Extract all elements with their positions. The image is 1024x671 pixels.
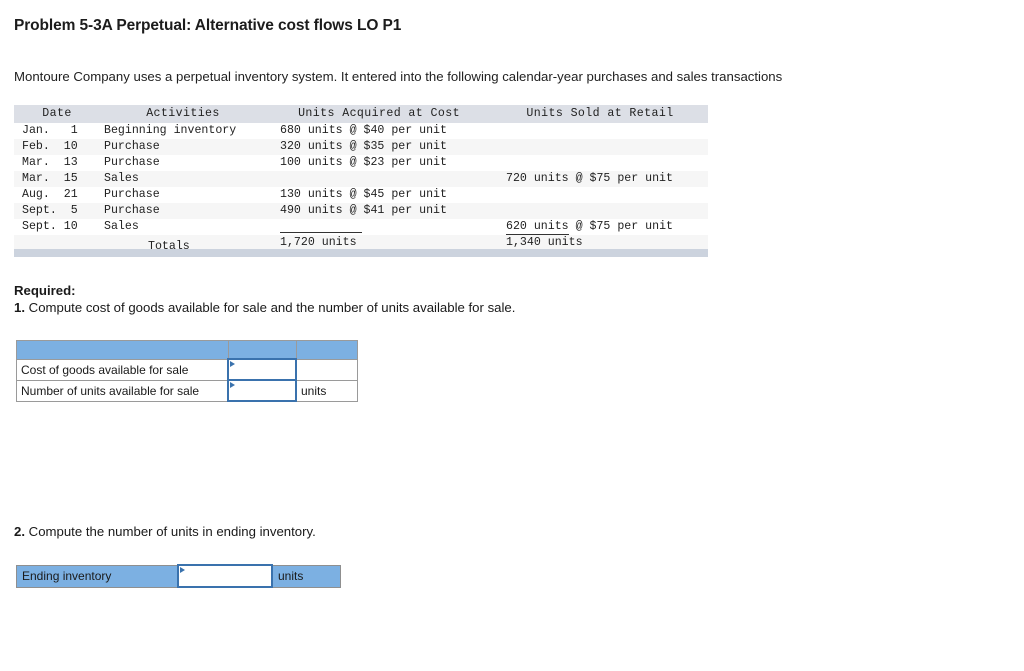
required-heading: Required:	[14, 283, 76, 298]
table-row: Jan. 1 Beginning inventory 680 units @ $…	[14, 123, 708, 139]
requirement-2-number: 2.	[14, 524, 25, 539]
header-cell-label	[16, 340, 229, 360]
cell-date-day: 10	[49, 140, 78, 153]
cell-units-acquired: 490 units @ $41 per unit	[266, 203, 492, 219]
table-row: Mar. 13 Purchase 100 units @ $23 per uni…	[14, 155, 708, 171]
unit-ending-inventory: units	[271, 564, 341, 588]
cell-date-day: 15	[49, 172, 78, 185]
cell-activity: Purchase	[100, 155, 266, 171]
cell-activity: Purchase	[100, 187, 266, 203]
input-ending-inventory[interactable]	[177, 564, 273, 588]
column-header-activities: Activities	[100, 105, 266, 123]
cell-activity: Purchase	[100, 203, 266, 219]
table-row: Feb. 10 Purchase 320 units @ $35 per uni…	[14, 139, 708, 155]
cell-marker-icon	[230, 361, 235, 367]
requirement-1-text: 1. Compute cost of goods available for s…	[14, 300, 516, 315]
cell-date: Feb. 10	[14, 139, 100, 155]
answer-row-number-of-units: Number of units available for sale units	[16, 379, 358, 402]
problem-intro-text: Montoure Company uses a perpetual invent…	[14, 69, 783, 84]
cell-units-acquired: 680 units @ $40 per unit	[266, 123, 492, 139]
cell-units-acquired: 130 units @ $45 per unit	[266, 187, 492, 203]
header-cell-unit	[295, 340, 358, 360]
unit-cost-of-goods-available	[295, 358, 358, 381]
cell-activity: Sales	[100, 171, 266, 187]
cell-activity: Sales	[100, 219, 266, 235]
cell-date: Sept. 10	[14, 219, 100, 235]
cell-activity: Purchase	[100, 139, 266, 155]
cell-units-sold	[492, 187, 708, 203]
cell-units-acquired: 100 units @ $23 per unit	[266, 155, 492, 171]
cell-date-day: 10	[56, 220, 78, 233]
unit-number-of-units-available: units	[295, 379, 358, 402]
table-row: Sept. 10 Sales 620 units @ $75 per unit	[14, 219, 708, 235]
cell-date-day: 21	[49, 188, 78, 201]
column-header-units-acquired: Units Acquired at Cost	[266, 105, 492, 123]
cell-units-acquired: 320 units @ $35 per unit	[266, 139, 492, 155]
cell-units-acquired	[266, 171, 492, 187]
cell-units-sold: 620 units @ $75 per unit	[492, 219, 708, 235]
label-ending-inventory: Ending inventory	[16, 564, 179, 588]
cell-units-acquired-rule	[266, 219, 492, 235]
label-number-of-units-available: Number of units available for sale	[16, 379, 229, 402]
table-footer-bar	[14, 249, 708, 257]
answer-grid-1: Cost of goods available for sale Number …	[16, 340, 358, 402]
cell-date-day: 1	[49, 124, 78, 137]
answer-row-ending-inventory: Ending inventory units	[16, 564, 341, 588]
page-title: Problem 5-3A Perpetual: Alternative cost…	[14, 17, 402, 34]
table-row: Aug. 21 Purchase 130 units @ $45 per uni…	[14, 187, 708, 203]
cell-date-day: 13	[49, 156, 78, 169]
label-cost-of-goods-available: Cost of goods available for sale	[16, 358, 229, 381]
cell-date-day: 5	[56, 204, 78, 217]
cell-units-sold	[492, 139, 708, 155]
cell-date: Aug. 21	[14, 187, 100, 203]
answer-grid-1-header-row	[16, 340, 358, 360]
input-cost-of-goods-available[interactable]	[227, 358, 297, 381]
cell-date: Mar. 13	[14, 155, 100, 171]
table-header-row: Date Activities Units Acquired at Cost U…	[14, 105, 708, 123]
requirement-2-text: 2. Compute the number of units in ending…	[14, 524, 316, 539]
cell-units-sold	[492, 123, 708, 139]
column-header-units-sold: Units Sold at Retail	[492, 105, 708, 123]
column-header-date: Date	[14, 105, 100, 123]
header-cell-value	[227, 340, 297, 360]
cell-activity: Beginning inventory	[100, 123, 266, 139]
cell-marker-icon	[230, 382, 235, 388]
requirement-1-number: 1.	[14, 300, 25, 315]
table-row: Mar. 15 Sales 720 units @ $75 per unit	[14, 171, 708, 187]
cell-date: Mar. 15	[14, 171, 100, 187]
transactions-table-wrapper: Date Activities Units Acquired at Cost U…	[14, 105, 708, 255]
cell-marker-icon	[180, 567, 185, 573]
answer-row-cost-of-goods: Cost of goods available for sale	[16, 358, 358, 381]
answer-grid-2: Ending inventory units	[16, 564, 341, 588]
cell-units-sold: 720 units @ $75 per unit	[492, 171, 708, 187]
cell-units-sold	[492, 203, 708, 219]
transactions-table: Date Activities Units Acquired at Cost U…	[14, 105, 708, 255]
cell-units-sold	[492, 155, 708, 171]
input-number-of-units-available[interactable]	[227, 379, 297, 402]
table-row: Sept. 5 Purchase 490 units @ $41 per uni…	[14, 203, 708, 219]
cell-date: Sept. 5	[14, 203, 100, 219]
cell-date: Jan. 1	[14, 123, 100, 139]
